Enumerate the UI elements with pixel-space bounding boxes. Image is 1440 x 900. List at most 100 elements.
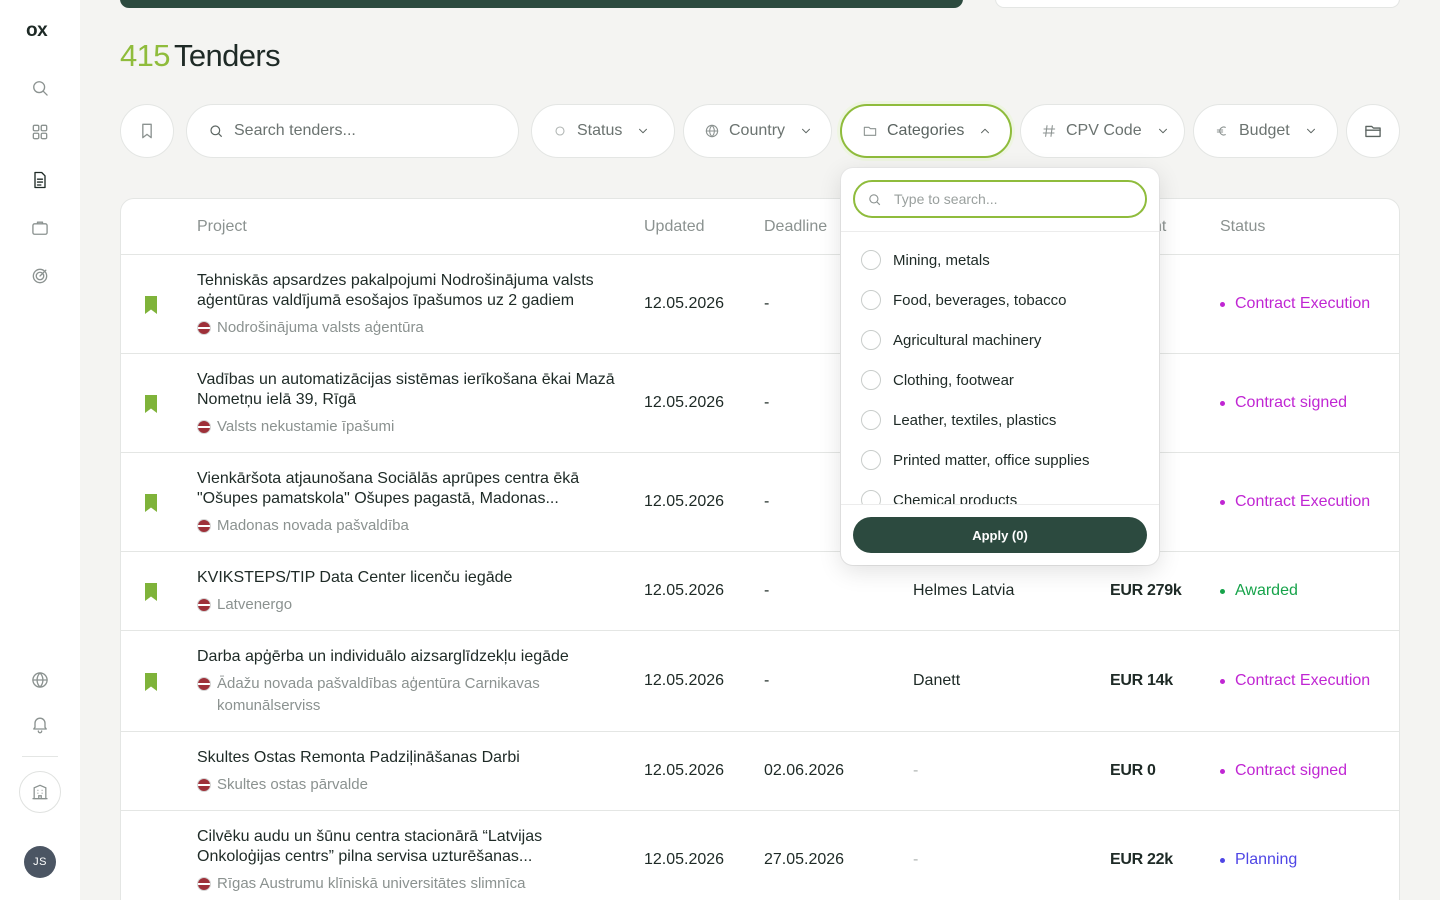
search-input[interactable] <box>234 122 484 140</box>
project-title[interactable]: KVIKSTEPS/TIP Data Center licenču iegāde <box>197 568 617 588</box>
status-badge: Contract signed <box>1220 394 1347 412</box>
bookmark-icon[interactable] <box>144 583 158 601</box>
target-icon[interactable] <box>28 264 52 288</box>
category-option[interactable]: Clothing, footwear <box>861 370 1014 390</box>
category-option[interactable]: Leather, textiles, plastics <box>861 410 1056 430</box>
column-deadline[interactable]: Deadline <box>764 218 827 236</box>
table-row[interactable]: Tehniskās apsardzes pakalpojumi Nodrošin… <box>121 255 1399 354</box>
tender-count: 415 <box>120 38 171 73</box>
search-icon[interactable] <box>28 76 52 100</box>
deadline-date: - <box>764 493 770 510</box>
radio-button[interactable] <box>861 330 881 350</box>
sidebar-divider <box>22 756 58 757</box>
grid-icon[interactable] <box>28 120 52 144</box>
table-row[interactable]: Skultes Ostas Remonta Padziļināšanas Dar… <box>121 732 1399 811</box>
sidebar: ox JS <box>0 0 80 900</box>
updated-date: 12.05.2026 <box>644 762 725 779</box>
table-row[interactable]: KVIKSTEPS/TIP Data Center licenču iegāde… <box>121 552 1399 631</box>
category-option[interactable]: Chemical products <box>861 490 1017 504</box>
project-title[interactable]: Vienkāršota atjaunošana Sociālās aprūpes… <box>197 469 617 509</box>
bookmark-icon[interactable] <box>144 395 158 413</box>
column-updated[interactable]: Updated <box>644 218 705 236</box>
amount-value: EUR 279k <box>1110 582 1182 599</box>
category-option[interactable]: Mining, metals <box>861 250 990 270</box>
briefcase-icon[interactable] <box>28 216 52 240</box>
globe-icon[interactable] <box>28 668 52 692</box>
category-option[interactable]: Printed matter, office supplies <box>861 450 1090 470</box>
bookmark-icon[interactable] <box>144 296 158 314</box>
project-title[interactable]: Tehniskās apsardzes pakalpojumi Nodrošin… <box>197 271 617 311</box>
organization-name: Madonas novada pašvaldība <box>217 517 409 534</box>
categories-filter[interactable]: Categories <box>840 104 1012 158</box>
folder-button[interactable] <box>1346 104 1400 158</box>
status-label: Planning <box>1235 851 1298 868</box>
categories-filter-label: Categories <box>887 122 965 139</box>
updated-date: 12.05.2026 <box>644 493 725 510</box>
radio-button[interactable] <box>861 250 881 270</box>
deadline-date: - <box>764 295 770 312</box>
project-cell: KVIKSTEPS/TIP Data Center licenču iegāde… <box>197 568 617 616</box>
radio-button[interactable] <box>861 370 881 390</box>
radio-button[interactable] <box>861 410 881 430</box>
project-title[interactable]: Darba apģērba un individuālo aizsarglīdz… <box>197 647 617 667</box>
category-option[interactable]: Agricultural machinery <box>861 330 1041 350</box>
search-icon <box>210 125 223 138</box>
document-icon[interactable] <box>28 168 52 192</box>
radio-button[interactable] <box>861 450 881 470</box>
status-label: Contract Execution <box>1235 295 1371 312</box>
project-organization: Valsts nekustamie īpašumi <box>197 416 617 438</box>
saved-filters-button[interactable] <box>120 104 174 158</box>
table-row[interactable]: Vadības un automatizācijas sistēmas ierī… <box>121 354 1399 453</box>
tenders-table: Project Updated Deadline nt Status Tehni… <box>120 198 1400 900</box>
status-label: Contract Execution <box>1235 672 1371 689</box>
organization-button[interactable] <box>19 771 61 813</box>
updated-date: 12.05.2026 <box>644 394 725 411</box>
table-row[interactable]: Cilvēku audu un šūnu centra stacionārā “… <box>121 811 1399 900</box>
bookmark-icon[interactable] <box>144 494 158 512</box>
category-search-input[interactable] <box>894 191 1124 207</box>
circle-icon <box>555 126 565 136</box>
app-logo[interactable]: ox <box>26 20 48 42</box>
user-avatar[interactable]: JS <box>24 846 56 878</box>
cpv-code-filter[interactable]: CPV Code <box>1020 104 1185 158</box>
status-dot <box>1220 588 1225 594</box>
category-search-wrapper <box>853 180 1147 218</box>
radio-button[interactable] <box>861 290 881 310</box>
status-badge: Contract Execution <box>1220 672 1370 690</box>
project-organization: Rīgas Austrumu klīniskā universitātes sl… <box>197 873 617 895</box>
updated-date: 12.05.2026 <box>644 295 725 312</box>
deadline-date: - <box>764 394 770 411</box>
categories-dropdown: Mining, metals Food, beverages, tobacco Ag… <box>841 168 1159 565</box>
euro-icon <box>1216 126 1226 136</box>
status-label: Contract signed <box>1235 762 1348 779</box>
budget-filter[interactable]: Budget <box>1193 104 1338 158</box>
table-row[interactable]: Vienkāršota atjaunošana Sociālās aprūpes… <box>121 453 1399 552</box>
search-input-wrapper <box>186 104 519 158</box>
apply-button[interactable]: Apply (0) <box>853 517 1147 553</box>
status-dot <box>1220 301 1225 307</box>
column-project[interactable]: Project <box>197 218 247 236</box>
bell-icon[interactable] <box>28 712 52 736</box>
project-title[interactable]: Skultes Ostas Remonta Padziļināšanas Dar… <box>197 748 617 768</box>
project-cell: Tehniskās apsardzes pakalpojumi Nodrošin… <box>197 271 617 339</box>
category-option-label: Chemical products <box>893 491 1018 505</box>
radio-button[interactable] <box>861 490 881 504</box>
deadline-date: 02.06.2026 <box>764 762 845 779</box>
winner-name: Danett <box>913 672 961 689</box>
category-option[interactable]: Food, beverages, tobacco <box>861 290 1066 310</box>
country-filter[interactable]: Country <box>683 104 832 158</box>
status-dot <box>1220 499 1225 505</box>
category-options-list[interactable]: Mining, metals Food, beverages, tobacco Ag… <box>841 240 1159 504</box>
bookmark-icon[interactable] <box>144 673 158 691</box>
category-option-label: Food, beverages, tobacco <box>893 291 1067 309</box>
project-title[interactable]: Vadības un automatizācijas sistēmas ierī… <box>197 370 617 410</box>
table-row[interactable]: Darba apģērba un individuālo aizsarglīdz… <box>121 631 1399 732</box>
project-cell: Darba apģērba un individuālo aizsarglīdz… <box>197 647 617 717</box>
status-filter[interactable]: Status <box>531 104 675 158</box>
latvia-flag-icon <box>197 321 211 335</box>
bookmark-icon <box>142 123 152 139</box>
latvia-flag-icon <box>197 598 211 612</box>
column-status[interactable]: Status <box>1220 218 1265 236</box>
hash-icon <box>1042 125 1056 137</box>
project-title[interactable]: Cilvēku audu un šūnu centra stacionārā “… <box>197 827 617 867</box>
